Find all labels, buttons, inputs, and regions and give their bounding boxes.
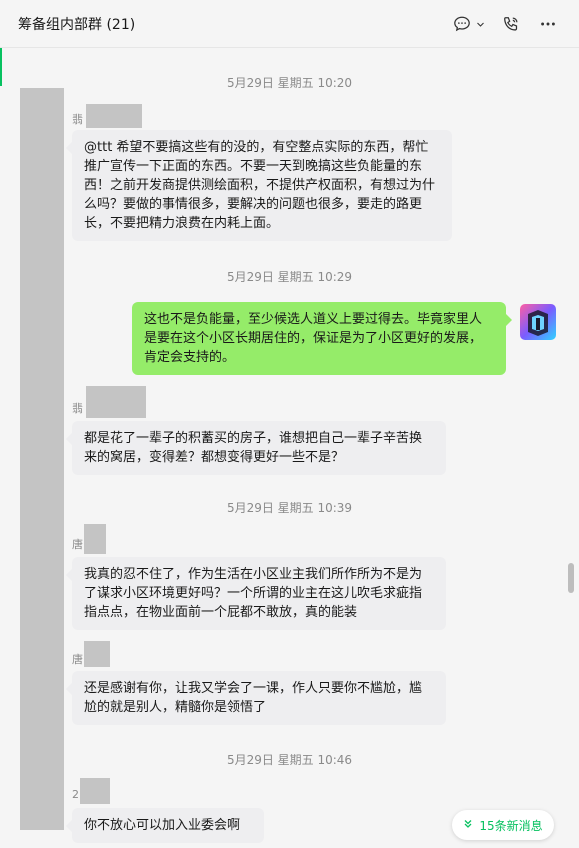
more-dots-icon[interactable] [538,14,558,34]
sender-name: 2 [72,788,79,801]
sender-name: 唐 [72,653,83,666]
message-bubble[interactable]: 我真的忍不住了，作为生活在小区业主我们所作所为不是为了谋求小区环境更好吗？一个所… [66,557,446,630]
sender-name: 唐 [72,538,83,551]
timestamp: 5月29日 星期五 10:29 [226,270,353,284]
message-bubble[interactable]: 都是花了一辈子的积蓄买的房子，谁想把自己一辈子辛苦换来的窝居，变得差？都想变得更… [66,421,446,475]
double-chevron-down-icon [463,819,473,832]
message-bubble[interactable]: 你不放心可以加入业委会啊 [66,808,264,843]
sender-redaction [86,104,142,128]
sender-redaction [84,641,110,667]
phone-call-icon[interactable] [501,14,521,34]
sender-name: 翡 [72,113,83,126]
avatar-redaction [20,88,64,830]
chat-bubble-icon[interactable] [452,14,472,34]
new-messages-button[interactable]: 15条新消息 [452,810,554,840]
message-bubble[interactable]: @ttt 希望不要搞这些有的没的，有空整点实际的东西，帮忙推广宣传一下正面的东西… [66,130,452,241]
my-avatar[interactable] [520,304,556,340]
scrollbar-thumb[interactable] [568,563,574,593]
timestamp: 5月29日 星期五 10:39 [226,501,353,515]
sender-redaction [86,386,146,418]
timestamp: 5月29日 星期五 10:20 [226,76,353,90]
chat-title[interactable]: 筹备组内部群 (21) [18,14,135,34]
sender-name: 翡 [72,402,83,415]
sender-redaction [80,778,110,804]
chevron-down-icon[interactable] [474,14,486,34]
timestamp: 5月29日 星期五 10:46 [226,753,353,767]
message-list[interactable]: 5月29日 星期五 10:20 翡 @ttt 希望不要搞这些有的没的，有空整点实… [0,48,566,848]
new-messages-label: 15条新消息 [479,818,543,833]
message-bubble-own[interactable]: 这也不是负能量，至少候选人道义上要过得去。毕竟家里人是要在这个小区长期居住的，保… [132,302,512,375]
message-bubble[interactable]: 还是感谢有你，让我又学会了一课，作人只要你不尴尬，尴尬的就是别人，精髓你是领悟了 [66,671,446,725]
sender-redaction [84,524,106,554]
chat-header: 筹备组内部群 (21) [0,0,579,48]
